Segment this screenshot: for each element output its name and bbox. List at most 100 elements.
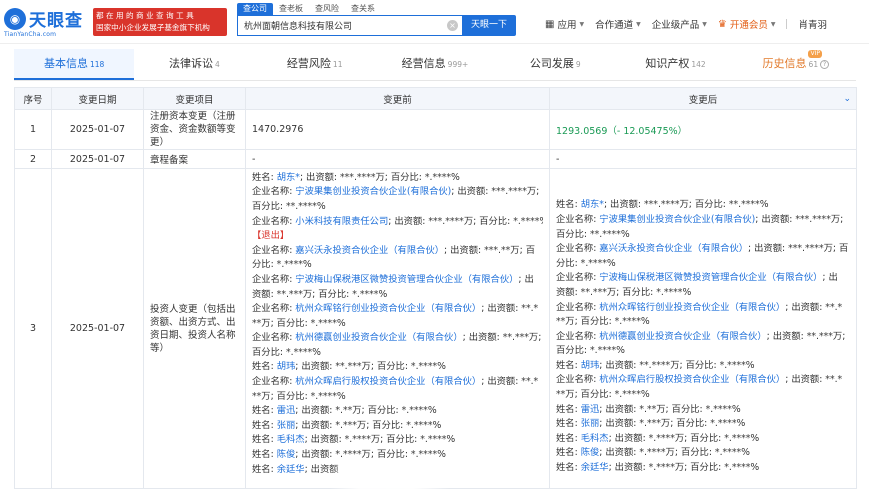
investor-detail: ; 出资额: *.****万; 百分比: *.****% — [599, 447, 750, 459]
nav-enterprise[interactable]: 企业级产品 ▼ — [652, 17, 707, 31]
investor-link[interactable]: 杭州德赢创业投资合伙企业（有限合伙） — [295, 332, 462, 343]
search-tab-company[interactable]: 查公司 — [237, 3, 273, 15]
investor-link[interactable]: 陈俊 — [581, 447, 600, 458]
help-icon[interactable]: ? — [820, 60, 830, 69]
col-date: 变更日期 — [51, 87, 144, 110]
slogan-line1: 都 在 用 的 商 业 查 询 工 具 — [96, 11, 194, 20]
investor-link[interactable]: 嘉兴沃永投资合伙企业（有限合伙） — [295, 245, 444, 256]
cell-before: 1470.2976 — [245, 109, 550, 150]
investor-link[interactable]: 杭州众晖启行股权投资合伙企业（有限合伙） — [599, 374, 785, 385]
logo-domain: TianYanCha.com — [4, 31, 57, 38]
investor-link[interactable]: 雷迅 — [581, 404, 600, 415]
investor-link[interactable]: 杭州众晖启行股权投资合伙企业（有限合伙） — [295, 376, 481, 387]
investor-line: 姓名: 毛科杰; 出资额: *.****万; 百分比: *.****% — [252, 433, 543, 448]
investor-link[interactable]: 张丽 — [581, 418, 600, 429]
chevron-down-icon: ▼ — [636, 20, 641, 28]
tab-count: 11 — [332, 60, 343, 69]
tab-development[interactable]: 公司发展 9 — [495, 49, 615, 80]
nav-vip[interactable]: ♛ 开通会员 ▼ — [718, 17, 776, 32]
cell-seq: 1 — [14, 109, 52, 150]
investor-link[interactable]: 胡玮 — [581, 360, 600, 371]
investor-line: 姓名: 胡玮; 出资额: **.***万; 百分比: *.****% — [252, 360, 543, 375]
investor-detail: ; 出资额: **.****万; 百分比: *.****% — [599, 359, 755, 371]
investor-detail: ; 出资额: ***.****万; — [451, 186, 540, 198]
investor-link[interactable]: 小米科技有限责任公司 — [295, 216, 388, 227]
investor-detail: **万; 百分比: *.****% — [252, 390, 346, 402]
search-input[interactable] — [244, 16, 444, 35]
nav-enterprise-label: 企业级产品 — [651, 20, 700, 31]
clear-icon[interactable]: × — [447, 20, 458, 31]
investor-line: 姓名: 张丽; 出资额: *.***万; 百分比: *.****% — [556, 417, 850, 432]
investor-link[interactable]: 陈俊 — [277, 449, 296, 460]
investor-link[interactable]: 余廷华 — [277, 464, 305, 475]
cell-item-text: 投资人变更（包括出资额、出资方式、出资日期、投资人名称等） — [150, 303, 236, 354]
investor-detail: ; 出资额: ***.****万; 百分比: **.****% — [603, 199, 769, 211]
investor-detail: ; 出资额: *.****万; 百分比: *.****% — [304, 434, 456, 446]
tab-business-risk[interactable]: 经营风险 11 — [255, 49, 375, 80]
search-tab-boss[interactable]: 查老板 — [273, 3, 309, 15]
search-tab-relation[interactable]: 查关系 — [345, 3, 381, 15]
investor-detail: 姓名: — [252, 361, 277, 373]
investor-link[interactable]: 胡玮 — [277, 361, 296, 372]
investor-detail: ; 出资额: *.****万; 百分比: *.****% — [608, 432, 760, 444]
blur-overlay — [330, 458, 450, 500]
search-button[interactable]: 天眼一下 — [462, 15, 516, 36]
investor-line: 企业名称: 杭州德赢创业投资合伙企业（有限合伙）; 出资额: **.***万; — [556, 330, 850, 345]
investor-link[interactable]: 毛科杰 — [277, 434, 305, 445]
investor-detail: 姓名: — [252, 419, 277, 431]
investor-link[interactable]: 嘉兴沃永投资合伙企业（有限合伙） — [599, 243, 748, 254]
site-logo[interactable]: ◉ 天眼查 TianYanCha.com — [4, 6, 92, 38]
investor-link[interactable]: 宁波梅山保税港区微赞投资管理合伙企业（有限合伙） — [599, 272, 822, 283]
table-row: 1 2025-01-07 注册资本变更（注册资金、资金数额等变更） 1470.2… — [14, 109, 857, 150]
investor-link[interactable]: 宁波果集创业投资合伙企业(有限合伙) — [599, 214, 755, 225]
investor-detail: 姓名: — [556, 462, 581, 474]
col-after-label: 变更后 — [688, 94, 718, 106]
table-header-row: 序号 变更日期 变更项目 变更前 变更后 ⌄ — [14, 87, 857, 110]
investor-detail: ; 出资额: ***.**万; 百 — [444, 244, 535, 256]
nav-user[interactable]: 肖青羽 — [798, 17, 827, 31]
investor-link[interactable]: 余廷华 — [581, 462, 609, 473]
double-chevron-down-icon[interactable]: ⌄ — [843, 94, 851, 104]
investor-line: 姓名: 胡东*; 出资额: ***.****万; 百分比: **.****% — [556, 198, 850, 213]
investor-detail: 姓名: — [556, 359, 581, 371]
investor-line: 企业名称: 嘉兴沃永投资合伙企业（有限合伙）; 出资额: ***.**万; 百 — [252, 244, 543, 259]
nav-partner[interactable]: 合作通道 ▼ — [595, 17, 641, 31]
table-row: 2 2025-01-07 章程备案 - - — [14, 149, 857, 169]
investor-line: 姓名: 胡东*; 出资额: ***.****万; 百分比: *.****% — [252, 171, 543, 186]
investor-detail: 姓名: — [556, 403, 581, 415]
investor-link[interactable]: 宁波果集创业投资合伙企业(有限合伙) — [295, 186, 451, 197]
investor-link[interactable]: 杭州德赢创业投资合伙企业（有限合伙） — [599, 331, 766, 342]
investor-detail: ; 出资额: **.* — [785, 301, 843, 313]
investor-line: 姓名: 雷迅; 出资额: *.**万; 百分比: *.****% — [252, 404, 543, 419]
investor-detail: 百分比: **.****% — [252, 200, 326, 212]
investor-line: **万; 百分比: *.****% — [556, 315, 850, 330]
investor-link[interactable]: 宁波梅山保税港区微赞投资管理合伙企业（有限合伙） — [295, 274, 518, 285]
investor-detail: 资额: **.***万; 百分比: *.****% — [252, 288, 388, 300]
tab-history[interactable]: 历史信息 61? VIP — [736, 49, 856, 80]
investor-detail: ; 出 — [822, 272, 838, 284]
col-item: 变更项目 — [143, 87, 246, 110]
tab-basic-info[interactable]: 基本信息 118 — [14, 49, 135, 80]
investor-link[interactable]: 张丽 — [277, 420, 296, 431]
search-tab-risk[interactable]: 查风险 — [309, 3, 345, 15]
tab-business-info[interactable]: 经营信息 999+ — [375, 49, 495, 80]
investor-link[interactable]: 胡东* — [581, 199, 604, 210]
investor-detail: ; 出资额: *.****万; 百分比: *.****% — [608, 462, 760, 474]
investor-line: 百分比: **.****% — [252, 200, 543, 215]
investor-line: 百分比: **.****% — [556, 228, 850, 243]
investor-line: 企业名称: 杭州众晖铭行创业投资合伙企业（有限合伙）; 出资额: **.* — [556, 301, 850, 316]
investor-detail: 企业名称: — [252, 332, 296, 344]
cell-item: 章程备案 — [143, 149, 246, 169]
investor-link[interactable]: 杭州众晖铭行创业投资合伙企业（有限合伙） — [599, 302, 785, 313]
cell-seq: 2 — [14, 149, 52, 169]
investor-link[interactable]: 杭州众晖铭行创业投资合伙企业（有限合伙） — [295, 303, 481, 314]
investor-link[interactable]: 毛科杰 — [581, 433, 609, 444]
investor-link[interactable]: 雷迅 — [277, 405, 296, 416]
investor-link[interactable]: 胡东* — [277, 172, 300, 183]
investor-detail: ; 出 — [518, 273, 534, 285]
tab-ip[interactable]: 知识产权 142 — [615, 49, 735, 80]
nav-apps[interactable]: ▦ 应用 ▼ — [545, 17, 584, 32]
tab-litigation[interactable]: 法律诉讼 4 — [134, 49, 254, 80]
investor-detail: ; 出资额: *.***万; 百分比: *.****% — [295, 419, 442, 431]
investor-line: 资额: **.***万; 百分比: *.****% — [556, 286, 850, 301]
